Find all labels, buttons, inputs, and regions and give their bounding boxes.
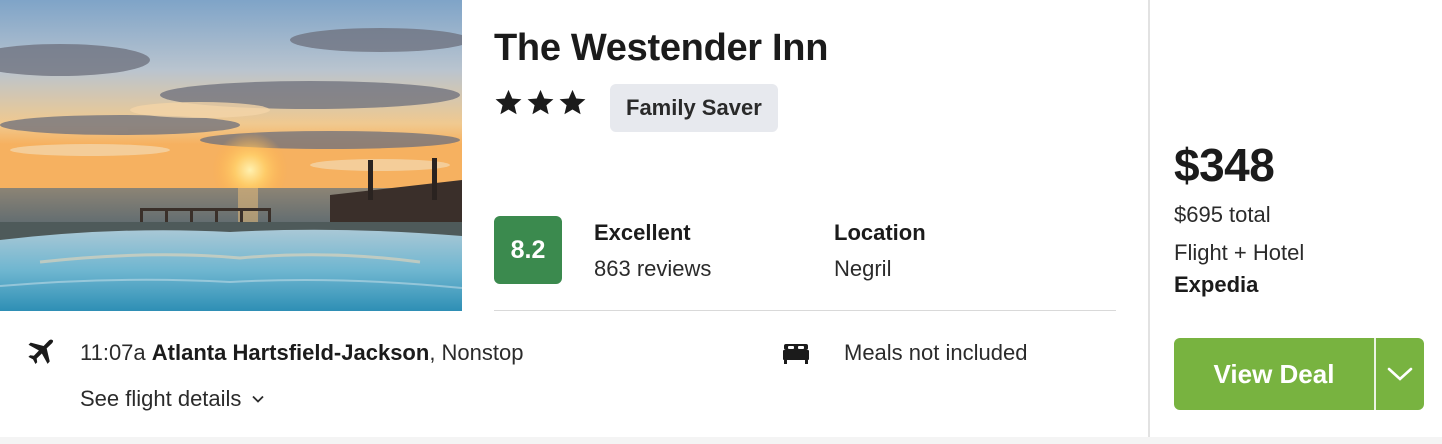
hotel-photo[interactable] — [0, 0, 462, 311]
meals-info: Meals not included — [844, 340, 1028, 365]
section-divider — [494, 310, 1116, 311]
chevron-down-icon — [1387, 367, 1413, 381]
flight-time: 11:07a — [80, 340, 146, 365]
flight-details-label: See flight details — [80, 386, 242, 411]
review-score-badge: 8.2 — [494, 216, 562, 284]
view-deal-button[interactable]: View Deal — [1174, 338, 1374, 410]
bed-icon — [783, 344, 809, 364]
more-deals-dropdown-button[interactable] — [1376, 338, 1424, 410]
plane-icon — [28, 339, 54, 364]
location-value: Negril — [834, 256, 892, 281]
flight-stops: , Nonstop — [429, 340, 524, 365]
star-rating — [494, 88, 587, 117]
departure-airport: Atlanta Hartsfield-Jackson — [151, 340, 430, 365]
review-count: 863 reviews — [594, 256, 712, 281]
star-icon — [527, 89, 554, 115]
hotel-result-card: The Westender Inn Family Saver 8.2 Excel… — [0, 0, 1442, 437]
nightly-price: $348 — [1174, 139, 1275, 191]
button-separator — [1374, 338, 1376, 410]
star-icon — [495, 89, 522, 115]
location-label: Location — [834, 220, 926, 245]
family-saver-badge: Family Saver — [610, 84, 778, 132]
column-divider — [1148, 0, 1150, 437]
see-flight-details-link[interactable]: See flight details — [80, 386, 265, 412]
hotel-name[interactable]: The Westender Inn — [494, 27, 828, 70]
package-type: Flight + Hotel — [1174, 240, 1305, 265]
view-deal-button-group: View Deal — [1174, 338, 1424, 410]
provider-name: Expedia — [1174, 272, 1259, 297]
star-icon — [559, 89, 586, 115]
chevron-down-icon — [252, 395, 265, 403]
total-price: $695 total — [1174, 202, 1271, 227]
flight-summary: 11:07a Atlanta Hartsfield-Jackson, Nonst… — [80, 340, 523, 366]
rating-label: Excellent — [594, 220, 691, 245]
